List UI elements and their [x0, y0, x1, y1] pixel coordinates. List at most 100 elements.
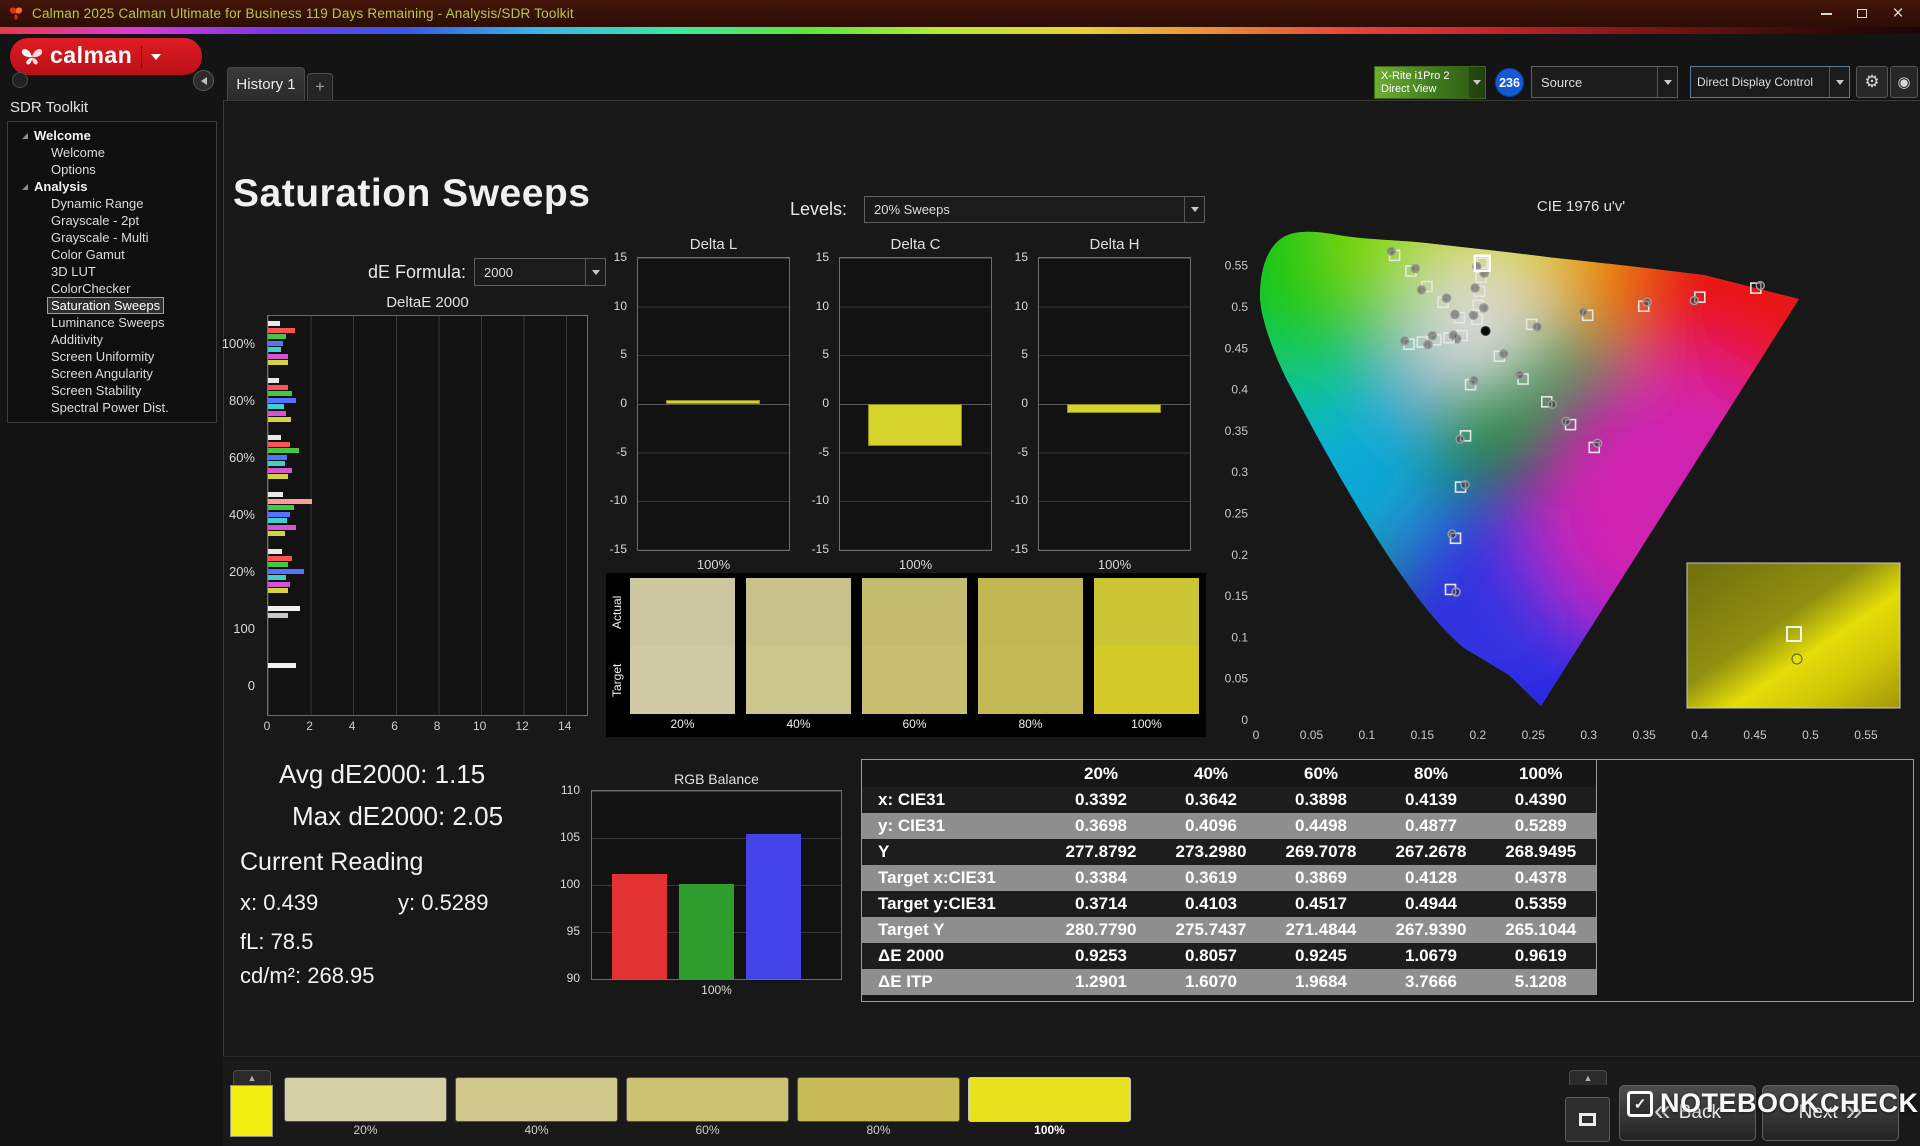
window-title: Calman 2025 Calman Ultimate for Business… [32, 6, 574, 21]
table-cell: 0.3898 [1295, 790, 1347, 809]
minimize-button[interactable] [1808, 0, 1844, 27]
delta-h-section: Delta H 15 10 5 0 -5 -10 -15 100% [998, 236, 1193, 572]
sidebar-item-additivity[interactable]: Additivity [10, 331, 214, 348]
de-bar [268, 454, 288, 460]
measured-point [1689, 295, 1699, 306]
de-bar [268, 562, 289, 567]
measured-point [1479, 303, 1489, 313]
cie-chart-title: CIE 1976 u'v' [1536, 198, 1626, 215]
meter-dropdown[interactable]: X-Rite i1Pro 2 Direct View [1374, 66, 1486, 99]
sidebar-item-grayscale-2pt[interactable]: Grayscale - 2pt [10, 212, 214, 229]
chevron-down-icon [1658, 67, 1677, 97]
level-button-60pct[interactable]: 60% [626, 1077, 789, 1139]
table-cell: 0.4103 [1185, 894, 1237, 913]
y-axis-label: 15 [613, 250, 627, 264]
inset-measured-point [1791, 653, 1803, 665]
reference-swatch-handle[interactable]: ▲ [233, 1070, 271, 1085]
de-bar [268, 353, 289, 359]
table-cell: 0.4128 [1405, 868, 1457, 887]
tab-history[interactable]: History 1 [227, 67, 305, 100]
level-button-40pct[interactable]: 40% [455, 1077, 618, 1139]
level-label: 60% [695, 1123, 720, 1137]
table-cell: 0.3698 [1075, 816, 1127, 835]
sidebar-item-luminance-sweeps[interactable]: Luminance Sweeps [10, 314, 214, 331]
chevron-up-icon: ▲ [1583, 1073, 1593, 1083]
sidebar-item-spectral-power-dist[interactable]: Spectral Power Dist. [10, 399, 214, 416]
sidebar-item-welcome[interactable]: Welcome [10, 144, 214, 161]
delta-l-xlabel: 100% [696, 557, 731, 572]
source-label: Source [1541, 74, 1583, 90]
cie-inset-box [1686, 562, 1901, 709]
table-column-header: 80% [1413, 763, 1449, 783]
source-dropdown[interactable]: Source [1531, 66, 1678, 98]
level-button-20pct[interactable]: 20% [284, 1077, 447, 1139]
panel-toggle-button[interactable] [1565, 1097, 1610, 1142]
tree-section-welcome[interactable]: Welcome [10, 127, 214, 144]
y-axis-label: 105 [559, 830, 580, 844]
cie-diagram: 0 0.05 0.1 0.15 0.2 0.25 0.3 0.35 0.4 0.45 0.5 0.55… [1225, 231, 1901, 742]
level-label: 80% [866, 1123, 891, 1137]
x-axis-label: 0 [263, 719, 271, 733]
measured-point [1547, 399, 1558, 410]
sidebar-item-options[interactable]: Options [10, 161, 214, 178]
calman-logo-button[interactable]: calman [10, 38, 202, 75]
de-bar [268, 334, 287, 339]
sidebar-item-saturation-sweeps[interactable]: Saturation Sweeps [10, 297, 214, 314]
sidebar-item-screen-uniformity[interactable]: Screen Uniformity [10, 348, 214, 365]
sidebar-item-3d-lut[interactable]: 3D LUT [10, 263, 214, 280]
back-button[interactable]: « Back [1619, 1085, 1756, 1141]
sidebar-collapse-button[interactable] [193, 70, 214, 91]
x-axis-label: 2 [306, 719, 313, 733]
settings-button[interactable]: ⚙ [1856, 66, 1888, 98]
level-button-80pct[interactable]: 80% [797, 1077, 960, 1139]
maximize-button[interactable] [1844, 0, 1880, 27]
table-cell: 269.7078 [1285, 842, 1357, 861]
table-cell: 5.1208 [1514, 972, 1567, 991]
actual-swatch [630, 578, 735, 646]
display-control-dropdown[interactable]: Direct Display Control [1690, 66, 1850, 98]
sidebar-item-grayscale-multi[interactable]: Grayscale - Multi [10, 229, 214, 246]
session-button[interactable]: ◉ [1890, 66, 1918, 98]
measured-point [1447, 529, 1457, 539]
sidebar-item-color-gamut[interactable]: Color Gamut [10, 246, 214, 263]
target-swatch [978, 646, 1083, 714]
de-bar [268, 511, 290, 517]
panel-handle[interactable]: ▲ [1569, 1070, 1607, 1085]
sidebar-item-colorchecker[interactable]: ColorChecker [10, 280, 214, 297]
table-cell: 267.9390 [1395, 920, 1467, 939]
y-axis-label: -10 [1010, 493, 1028, 508]
tree-section-analysis[interactable]: Analysis [10, 178, 214, 195]
y-axis-label: 15 [815, 250, 829, 264]
sidebar-title: SDR Toolkit [10, 99, 89, 116]
actual-swatch [978, 578, 1083, 646]
de-bar [268, 612, 288, 618]
de-formula-dropdown[interactable]: 2000 [474, 258, 606, 286]
y-axis-label: 0.5 [1231, 300, 1248, 314]
level-swatch [626, 1077, 789, 1122]
table-row-target-x-cie31: Target x:CIE31 0.3384 0.3619 0.3869 0.4128 0.… [862, 865, 1596, 891]
chevron-down-icon [1830, 67, 1849, 97]
table-cell: 1.0679 [1405, 946, 1457, 965]
sidebar-item-dynamic-range[interactable]: Dynamic Range [10, 195, 214, 212]
close-button[interactable]: × [1880, 0, 1916, 27]
levels-dropdown[interactable]: 20% Sweeps [864, 196, 1205, 223]
de-bar [268, 581, 290, 587]
x-axis-label: 0.15 [1411, 728, 1435, 742]
measured-point [1499, 349, 1509, 359]
table-cell: 0.4498 [1295, 816, 1347, 835]
meter-line1: X-Rite i1Pro 2 [1381, 69, 1450, 82]
minimize-icon [1820, 12, 1832, 15]
sidebar-item-screen-stability[interactable]: Screen Stability [10, 382, 214, 399]
level-button-100pct[interactable]: 100% [968, 1077, 1131, 1139]
next-button[interactable]: Next » [1762, 1085, 1899, 1141]
delta-l-chart [637, 257, 790, 551]
y-axis-label: 0.45 [1225, 341, 1249, 355]
tab-add-button[interactable]: + [307, 73, 333, 100]
pin-icon[interactable] [12, 72, 28, 88]
table-row-e-2000: ΔE 2000 0.9253 0.8057 0.9245 1.0679 0.9619 [862, 943, 1596, 969]
sidebar-item-screen-angularity[interactable]: Screen Angularity [10, 365, 214, 382]
table-cell: 0.4517 [1295, 894, 1347, 913]
y-axis-label: 0.35 [1225, 424, 1249, 438]
sidebar-item-label: Screen Angularity [51, 366, 153, 381]
sidebar-item-label: Screen Stability [51, 383, 142, 398]
